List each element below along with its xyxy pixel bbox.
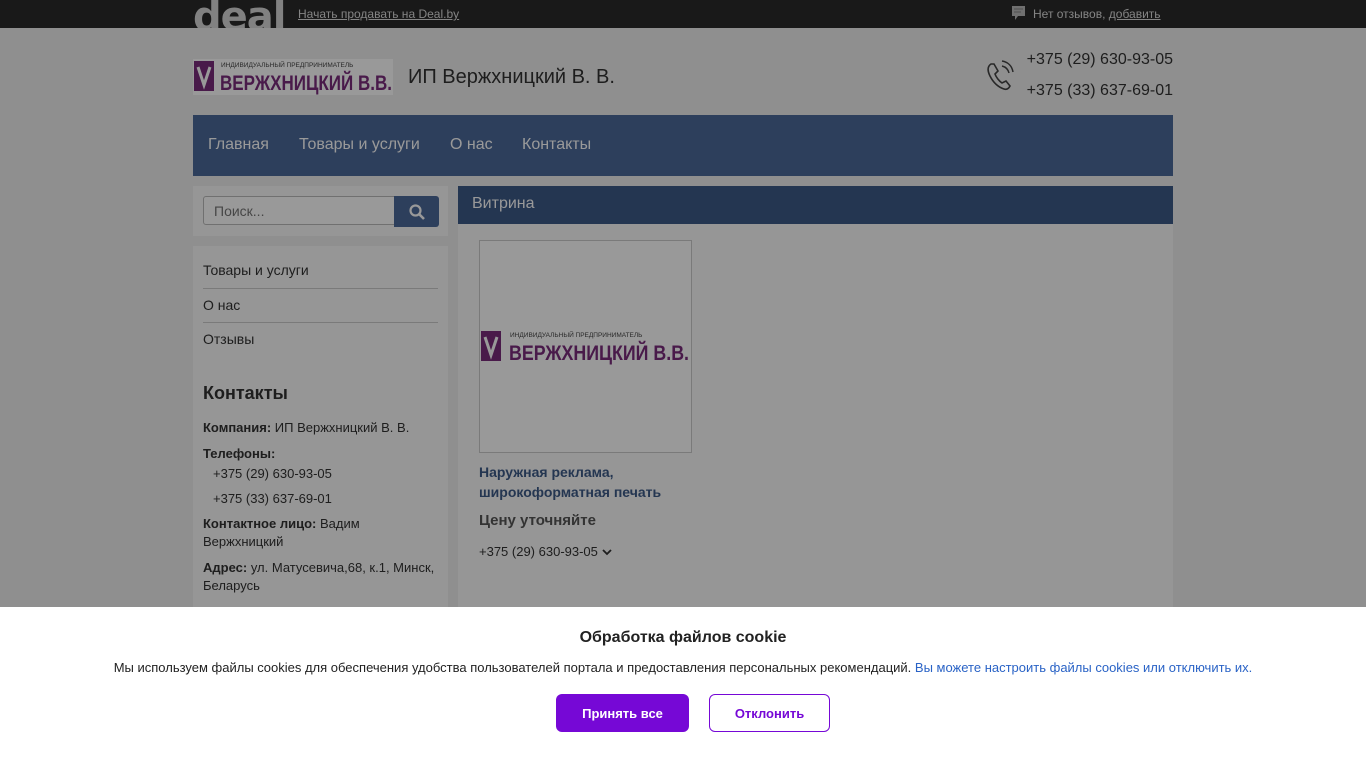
cookie-title: Обработка файлов cookie [579, 629, 787, 646]
decline-button[interactable]: Отклонить [709, 694, 830, 732]
cookie-description: Мы используем файлы cookies для обеспече… [113, 660, 912, 675]
cookie-text: Мы используем файлы cookies для обеспече… [0, 660, 1366, 675]
cookie-banner: Обработка файлов cookie Мы используем фа… [0, 607, 1366, 768]
cookie-settings-link[interactable]: Вы можете настроить файлы cookies или от… [915, 660, 1252, 675]
accept-all-button[interactable]: Принять все [556, 694, 689, 732]
